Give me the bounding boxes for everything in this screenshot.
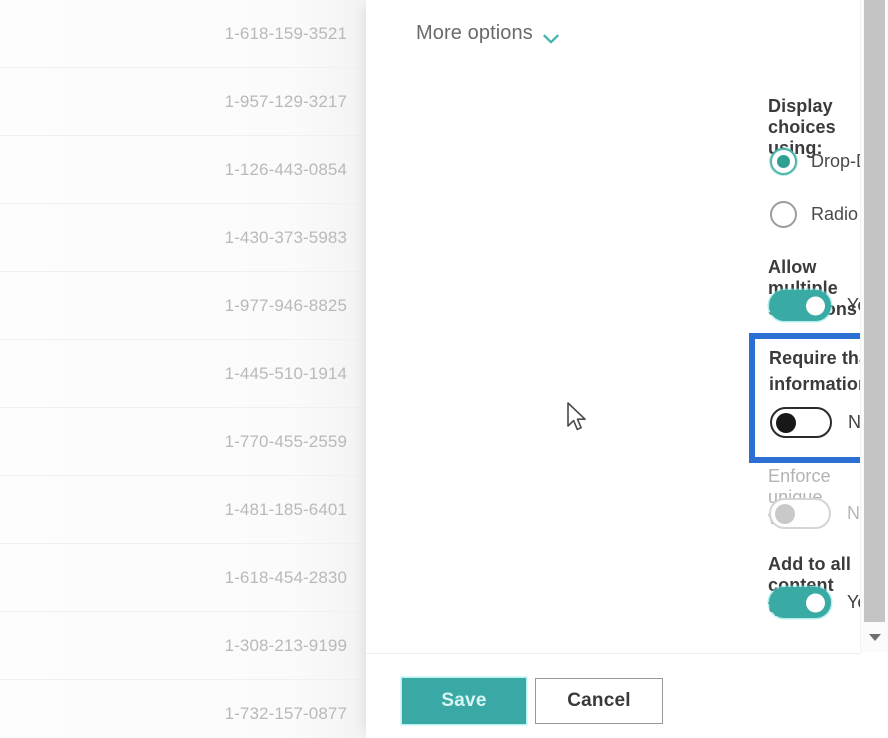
list-item[interactable]: 1-618-454-2830 — [0, 544, 366, 612]
radio-option-radio-buttons[interactable]: Radio Buttons — [770, 201, 861, 228]
panel-scrollbar[interactable] — [860, 0, 888, 652]
list-item[interactable]: 1-618-159-3521 — [0, 0, 366, 68]
scrollbar-thumb[interactable] — [864, 0, 885, 622]
list-item[interactable]: 1-430-373-5983 — [0, 204, 366, 272]
allow-multiple-selections-toggle[interactable]: Yes — [769, 290, 861, 321]
panel-scroll-region: More options Display choices using: Drop… — [366, 0, 861, 652]
toggle-value-label: No — [847, 503, 861, 523]
phone-number-cell: 1-445-510-1914 — [224, 363, 347, 383]
toggle-value-label: Yes — [847, 592, 861, 612]
phone-number-list: 1-618-159-3521 1-957-129-3217 1-126-443-… — [0, 0, 366, 738]
radio-button-selected-icon — [770, 148, 797, 175]
toggle-switch-on-icon — [769, 290, 831, 321]
panel-footer: Save Cancel — [366, 653, 861, 738]
phone-number-cell: 1-126-443-0854 — [224, 159, 347, 179]
column-settings-panel: More options Display choices using: Drop… — [366, 0, 888, 738]
list-item[interactable]: 1-445-510-1914 — [0, 340, 366, 408]
require-information-highlight-box: Require that this column contains inform… — [749, 333, 861, 463]
list-item[interactable]: 1-732-157-0877 — [0, 680, 366, 738]
save-button[interactable]: Save — [402, 678, 526, 724]
chevron-down-icon — [543, 31, 559, 43]
more-options-label: More options — [416, 22, 533, 44]
phone-number-cell: 1-732-157-0877 — [224, 703, 347, 723]
require-information-heading: Require that this column contains inform… — [769, 348, 861, 394]
radio-option-drop-down-menu[interactable]: Drop-Down Menu — [770, 148, 861, 175]
phone-number-cell: 1-308-213-9199 — [224, 635, 347, 655]
require-information-toggle[interactable]: No — [770, 407, 861, 438]
more-options-toggle[interactable]: More options — [416, 22, 559, 45]
phone-number-cell: 1-770-455-2559 — [224, 431, 347, 451]
add-to-all-content-types-toggle[interactable]: Yes — [769, 587, 861, 618]
phone-number-cell: 1-430-373-5983 — [224, 227, 347, 247]
phone-number-cell: 1-618-159-3521 — [224, 23, 347, 43]
app-screen: 1-618-159-3521 1-957-129-3217 1-126-443-… — [0, 0, 888, 738]
phone-number-cell: 1-618-454-2830 — [224, 567, 347, 587]
toggle-value-label: Yes — [847, 295, 861, 315]
list-item[interactable]: 1-977-946-8825 — [0, 272, 366, 340]
cancel-button[interactable]: Cancel — [535, 678, 663, 724]
chevron-down-icon — [868, 634, 881, 641]
list-item[interactable]: 1-770-455-2559 — [0, 408, 366, 476]
list-item[interactable]: 1-308-213-9199 — [0, 612, 366, 680]
scroll-down-button[interactable] — [861, 623, 888, 652]
radio-option-label: Radio Buttons — [811, 204, 861, 224]
radio-button-unselected-icon — [770, 201, 797, 228]
list-item[interactable]: 1-481-185-6401 — [0, 476, 366, 544]
radio-option-label: Drop-Down Menu — [811, 151, 861, 171]
list-item[interactable]: 1-126-443-0854 — [0, 136, 366, 204]
enforce-unique-values-toggle: No — [769, 498, 861, 529]
phone-number-cell: 1-977-946-8825 — [224, 295, 347, 315]
toggle-switch-on-icon — [769, 587, 831, 618]
list-item[interactable]: 1-957-129-3217 — [0, 68, 366, 136]
phone-number-cell: 1-481-185-6401 — [224, 499, 347, 519]
toggle-switch-off-icon — [770, 407, 832, 438]
phone-number-cell: 1-957-129-3217 — [224, 91, 347, 111]
toggle-switch-disabled-icon — [769, 498, 831, 529]
